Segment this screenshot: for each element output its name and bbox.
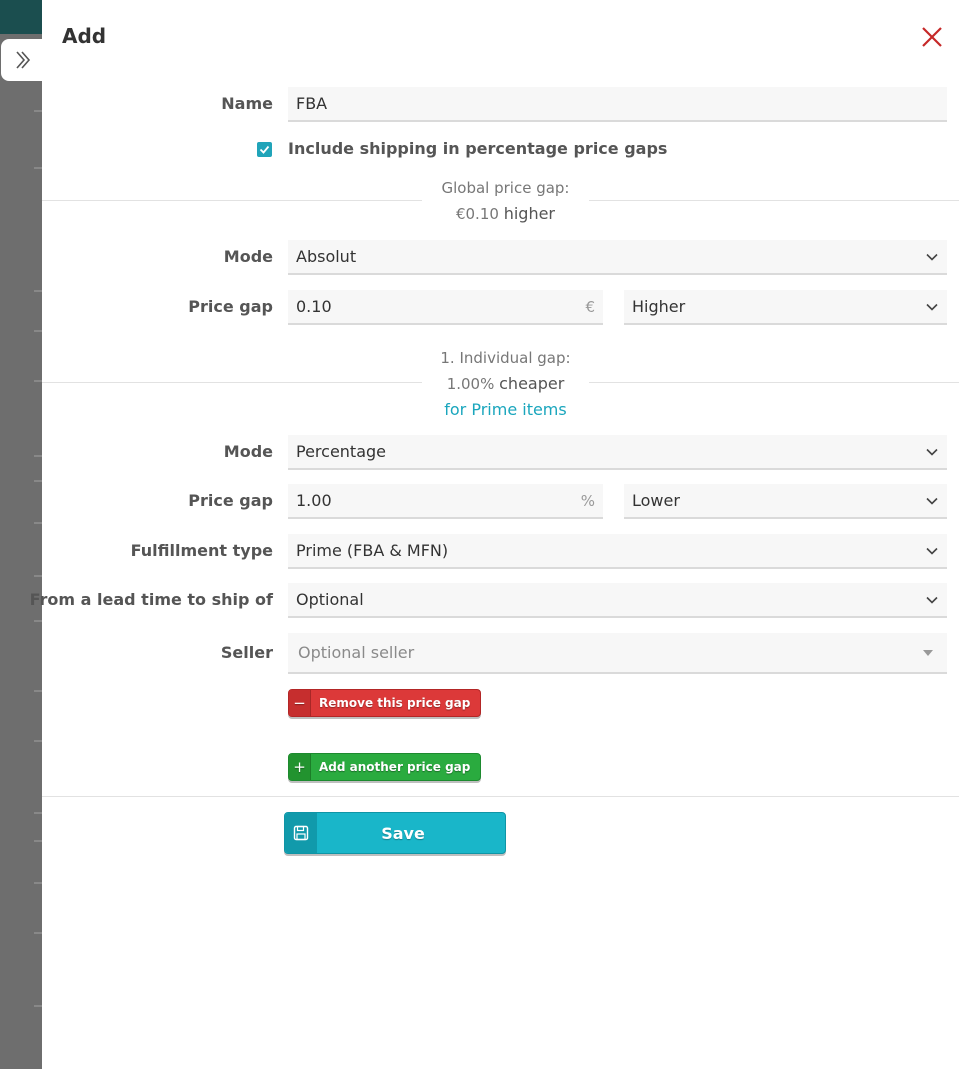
check-icon [259, 145, 270, 154]
include-shipping-checkbox[interactable] [257, 142, 272, 157]
add-price-gap-button[interactable]: + Add another price gap [288, 753, 482, 781]
close-icon[interactable] [920, 25, 944, 49]
global-gap-heading: Global price gap: [441, 179, 570, 197]
save-button[interactable]: Save [284, 812, 506, 854]
currency-suffix: € [585, 297, 595, 316]
chevron-down-icon [926, 596, 938, 604]
background-header [0, 0, 42, 34]
individual-gap-condition: for Prime items [444, 400, 567, 419]
individual-mode-label: Mode [223, 442, 273, 461]
individual-mode-select[interactable]: Percentage [288, 435, 947, 470]
include-shipping-label: Include shipping in percentage price gap… [288, 139, 668, 158]
individual-gap-direction: cheaper [499, 374, 565, 393]
seller-select[interactable]: Optional seller [288, 633, 947, 674]
individual-gap-value: 1.00% [446, 375, 495, 393]
lead-time-select[interactable]: Optional [288, 583, 947, 618]
percent-suffix: % [580, 491, 595, 510]
expand-panel-button[interactable] [1, 39, 45, 81]
individual-price-gap-input[interactable]: 1.00 % [288, 484, 603, 519]
individual-gap-summary: 1. Individual gap: 1.00% cheaper for Pri… [422, 346, 589, 422]
remove-price-gap-button[interactable]: − Remove this price gap [288, 689, 482, 717]
individual-price-gap-value: 1.00 [296, 491, 332, 510]
global-gap-direction: higher [503, 204, 556, 223]
name-value: FBA [296, 94, 328, 113]
seller-placeholder: Optional seller [298, 643, 415, 662]
individual-direction-value: Lower [632, 491, 680, 510]
fulfillment-type-select[interactable]: Prime (FBA & MFN) [288, 534, 947, 569]
fulfillment-type-label: Fulfillment type [130, 541, 273, 560]
global-mode-label: Mode [223, 247, 273, 266]
chevron-right-icon [16, 51, 31, 69]
chevron-down-icon [926, 497, 938, 505]
individual-direction-select[interactable]: Lower [624, 484, 947, 519]
chevron-down-icon [926, 448, 938, 456]
caret-down-icon [923, 649, 933, 656]
global-gap-summary: Global price gap: €0.10 higher [422, 176, 589, 227]
chevron-down-icon [926, 253, 938, 261]
individual-gap-heading: 1. Individual gap: [440, 349, 571, 367]
individual-price-gap-label: Price gap [188, 491, 273, 510]
seller-label: Seller [220, 643, 273, 662]
global-mode-select[interactable]: Absolut [288, 240, 947, 275]
minus-icon: − [289, 690, 311, 716]
individual-mode-value: Percentage [296, 442, 387, 461]
global-price-gap-input[interactable]: 0.10 € [288, 290, 603, 325]
global-price-gap-value: 0.10 [296, 297, 332, 316]
background-page [0, 0, 42, 1069]
global-price-gap-label: Price gap [188, 297, 273, 316]
global-direction-select[interactable]: Higher [624, 290, 947, 325]
plus-icon: + [289, 754, 311, 780]
global-gap-value: €0.10 [455, 205, 499, 223]
global-mode-value: Absolut [296, 247, 357, 266]
add-price-gap-panel: Add Name FBA Include shipping in percent… [30, 0, 959, 1069]
section-divider [42, 796, 959, 797]
floppy-disk-icon [285, 813, 317, 853]
chevron-down-icon [926, 303, 938, 311]
chevron-down-icon [926, 547, 938, 555]
name-input[interactable]: FBA [288, 87, 947, 122]
global-direction-value: Higher [632, 297, 686, 316]
name-label: Name [221, 94, 273, 113]
lead-time-value: Optional [296, 590, 364, 609]
dialog-title: Add [62, 24, 107, 48]
fulfillment-type-value: Prime (FBA & MFN) [296, 541, 449, 560]
lead-time-label: From a lead time to ship of [29, 590, 273, 609]
